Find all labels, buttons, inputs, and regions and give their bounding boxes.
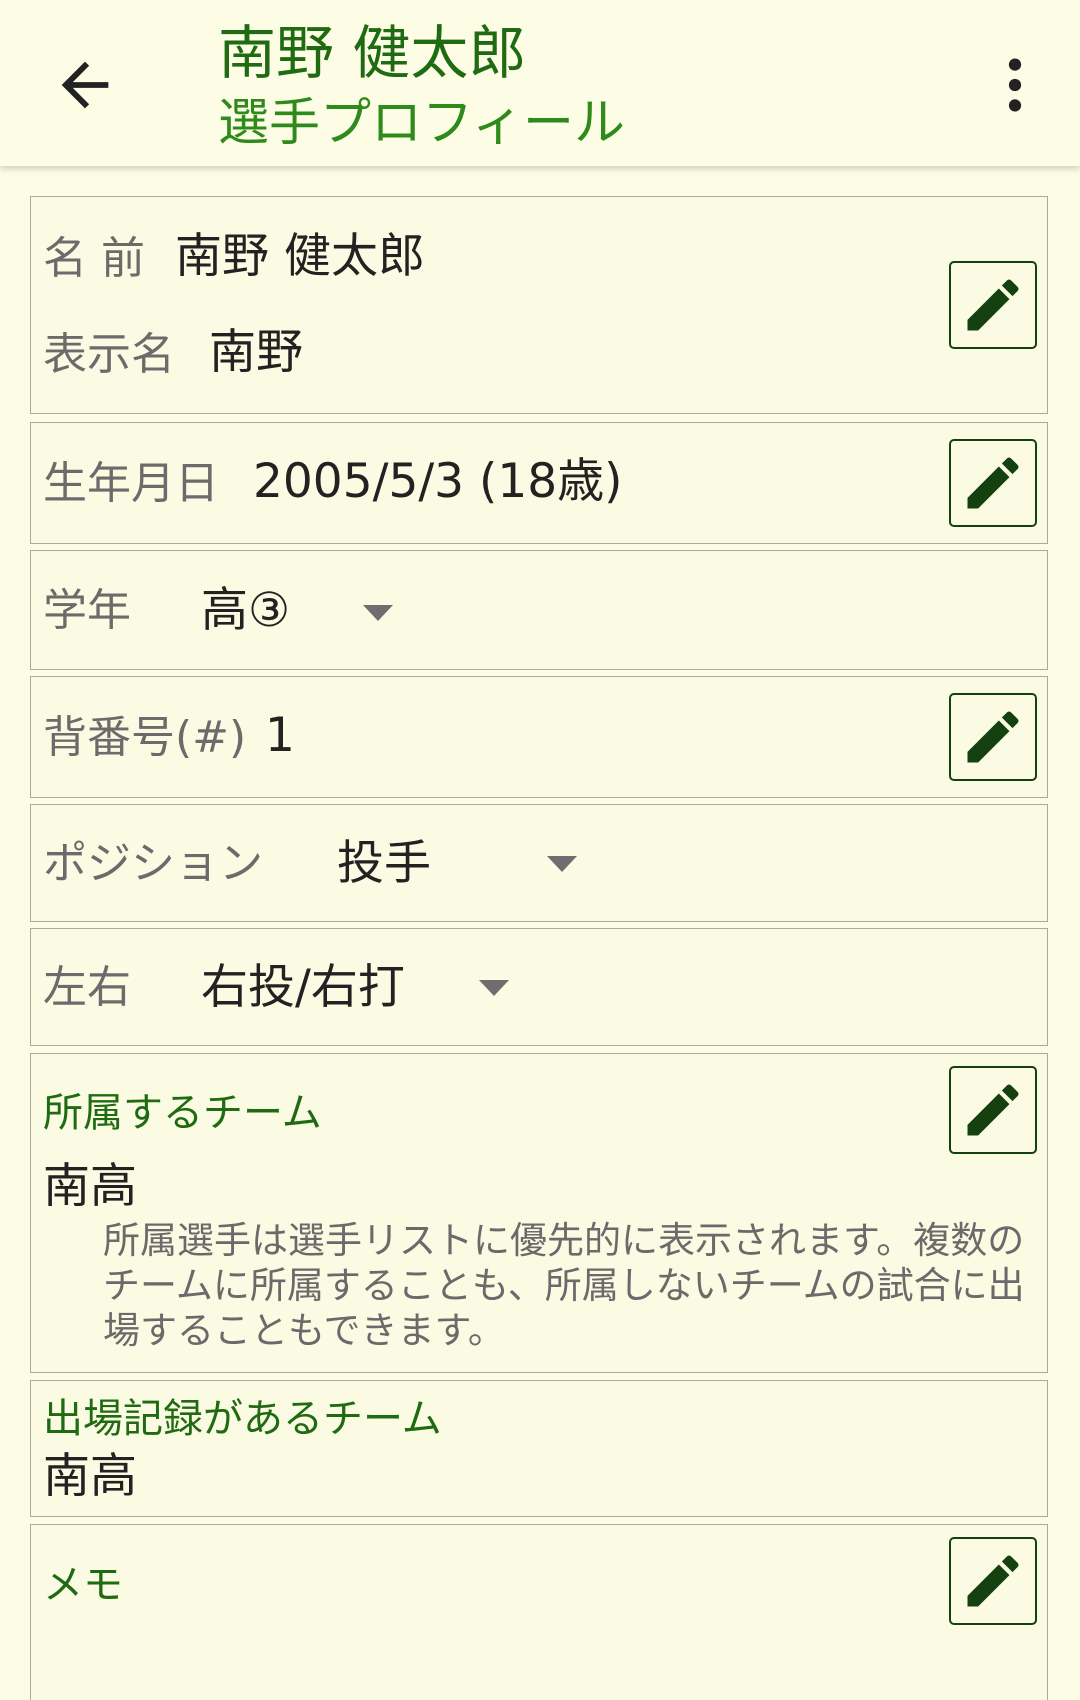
uniform-number-value: 1: [265, 708, 295, 763]
dropdown-arrow-icon[interactable]: [361, 603, 395, 623]
dropdown-arrow-icon[interactable]: [477, 978, 511, 998]
position-label: ポジション: [43, 838, 263, 889]
edit-name-button[interactable]: [949, 261, 1037, 349]
position-card[interactable]: ポジション 投手: [30, 804, 1048, 922]
pencil-icon: [967, 1084, 1019, 1136]
page-subtitle: 選手プロフィール: [218, 94, 625, 153]
birthday-label: 生年月日: [43, 458, 219, 509]
handedness-card[interactable]: 左右 右投/右打: [30, 928, 1048, 1046]
birthday-card: 生年月日 2005/5/3 (18歳): [30, 422, 1048, 544]
edit-team-button[interactable]: [949, 1066, 1037, 1154]
grade-card[interactable]: 学年 高③: [30, 550, 1048, 670]
pencil-icon: [967, 457, 1019, 509]
uniform-number-card: 背番号(#) 1: [30, 676, 1048, 798]
edit-memo-button[interactable]: [949, 1537, 1037, 1625]
display-name-value: 南野: [209, 325, 303, 380]
played-teams-section-title: 出場記録があるチーム: [43, 1396, 442, 1442]
grade-value[interactable]: 高③: [201, 581, 290, 641]
team-section-title: 所属するチーム: [43, 1090, 322, 1136]
edit-birthday-button[interactable]: [949, 439, 1037, 527]
birthday-value: 2005/5/3 (18歳): [253, 454, 623, 509]
more-options-button[interactable]: [980, 50, 1050, 120]
memo-card: メモ: [30, 1524, 1048, 1700]
pencil-icon: [967, 711, 1019, 763]
team-card: 所属するチーム 南高 所属選手は選手リストに優先的に表示されます。複数のチームに…: [30, 1053, 1048, 1373]
display-name-label: 表示名: [43, 329, 175, 380]
team-note: 所属選手は選手リストに優先的に表示されます。複数のチームに所属することも、所属し…: [103, 1219, 1025, 1352]
name-card: 名 前 南野 健太郎 表示名 南野: [30, 196, 1048, 414]
memo-section-title: メモ: [43, 1562, 123, 1608]
uniform-number-label: 背番号(#): [43, 712, 247, 763]
name-label: 名 前: [43, 233, 145, 284]
handedness-label: 左右: [43, 962, 131, 1013]
edit-uniform-number-button[interactable]: [949, 693, 1037, 781]
dropdown-arrow-icon[interactable]: [545, 854, 579, 874]
more-vert-icon: [1008, 58, 1022, 112]
handedness-value[interactable]: 右投/右打: [201, 958, 405, 1018]
position-value[interactable]: 投手: [337, 834, 431, 894]
arrow-left-icon: [61, 61, 109, 109]
grade-label: 学年: [43, 585, 131, 636]
team-value: 南高: [43, 1159, 137, 1214]
app-bar: 南野 健太郎 選手プロフィール: [0, 0, 1080, 166]
name-value: 南野 健太郎: [175, 229, 425, 284]
pencil-icon: [967, 1555, 1019, 1607]
played-teams-value: 南高: [43, 1449, 137, 1504]
played-teams-card: 出場記録があるチーム 南高: [30, 1380, 1048, 1517]
pencil-icon: [967, 279, 1019, 331]
page-title: 南野 健太郎: [218, 19, 527, 87]
back-button[interactable]: [50, 50, 120, 120]
